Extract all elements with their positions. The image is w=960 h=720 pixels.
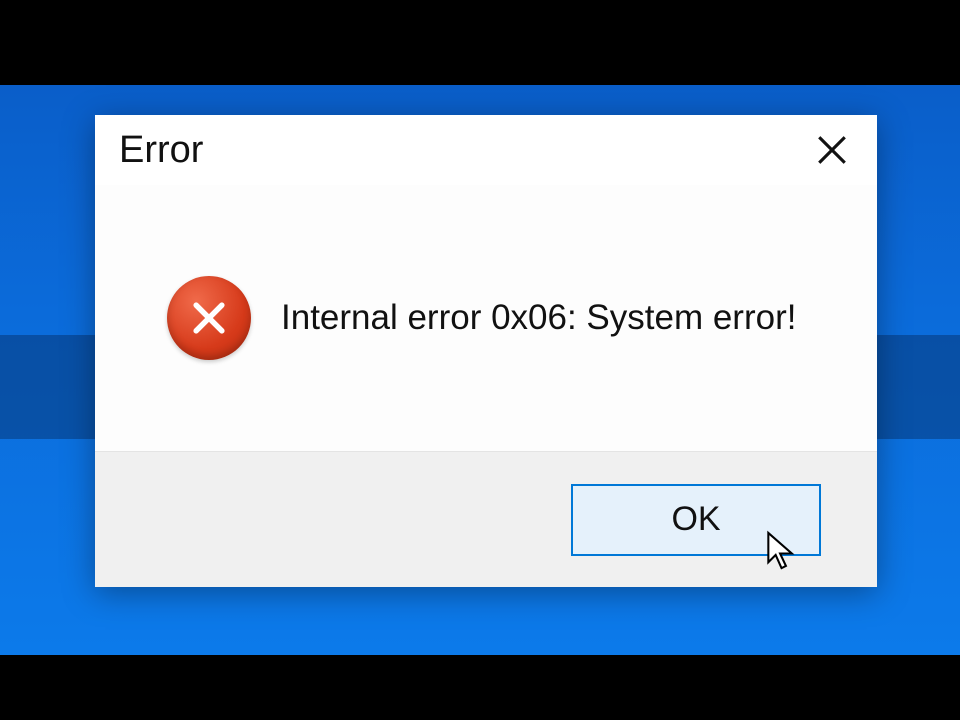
- close-icon: [815, 133, 849, 167]
- ok-button[interactable]: OK: [571, 484, 821, 556]
- dialog-footer: OK: [95, 451, 877, 587]
- error-dialog: Error Internal error 0x06: System error!…: [95, 115, 877, 587]
- error-message: Internal error 0x06: System error!: [281, 298, 796, 338]
- dialog-title: Error: [119, 129, 203, 172]
- desktop-background: Error Internal error 0x06: System error!…: [0, 85, 960, 655]
- error-icon: [167, 276, 251, 360]
- dialog-content: Internal error 0x06: System error!: [95, 185, 877, 451]
- error-x-icon: [187, 296, 231, 340]
- close-button[interactable]: [807, 125, 857, 175]
- dialog-titlebar[interactable]: Error: [95, 115, 877, 185]
